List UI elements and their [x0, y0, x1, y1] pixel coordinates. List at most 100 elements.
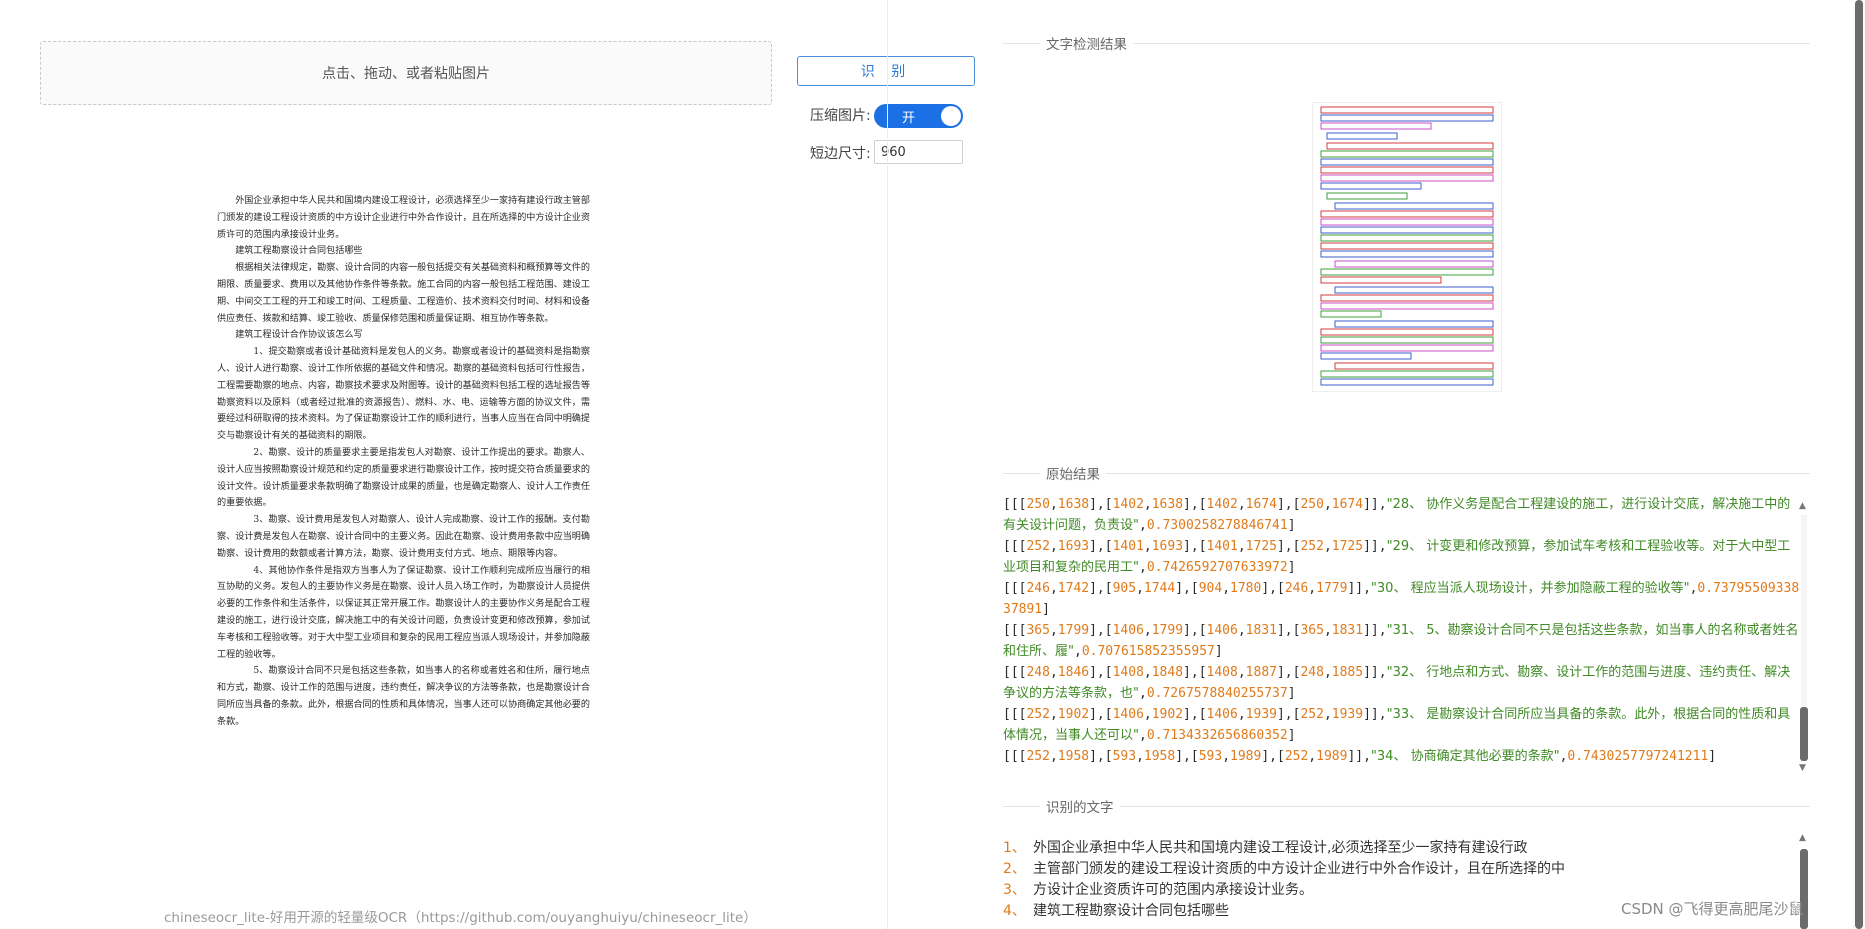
comma: ,	[1143, 539, 1152, 554]
coord-y: 1674	[1331, 497, 1364, 512]
raw-result-scrollbar[interactable]: ▲ ▼	[1798, 501, 1810, 773]
comma: ,	[1143, 707, 1152, 722]
doc-paragraph: 3、勘察、设计费用是发包人对勘察人、设计人完成勘察、设计工作的报酬。支付勘察、设…	[217, 515, 590, 559]
bracket: ],	[1261, 749, 1277, 764]
coord-x: 248	[1026, 665, 1050, 680]
bracket: [	[1104, 497, 1113, 512]
coord-x: 365	[1300, 623, 1324, 638]
comma: ,	[1139, 686, 1147, 701]
coord-y: 1848	[1151, 665, 1184, 680]
coord-x: 904	[1198, 581, 1223, 596]
line-index: 3、	[1003, 882, 1026, 898]
bracket: ],	[1175, 749, 1191, 764]
comma: ,	[1308, 581, 1317, 596]
bracket: ],	[1089, 581, 1105, 596]
compress-image-label: 压缩图片:	[810, 108, 871, 124]
coord-x: 1402	[1206, 497, 1238, 512]
bracket: ],	[1089, 539, 1105, 554]
bracket: ]],	[1363, 623, 1387, 638]
raw-result-line: [[[246,1742],[905,1744],[904,1780],[246,…	[1003, 578, 1803, 620]
bracket: [[	[1003, 707, 1019, 722]
recognized-text-title: 识别的文字	[1040, 796, 1120, 816]
comma: ,	[1139, 560, 1147, 575]
coord-y: 1902	[1057, 707, 1090, 722]
page-scroll-thumb[interactable]	[1855, 0, 1863, 929]
doc-paragraph: 4、其他协作条件是指双方当事人为了保证勘察、设计工作顺利完成所应当履行的相互协助…	[217, 565, 590, 660]
comma: ,	[1143, 665, 1152, 680]
coord-y: 1799	[1057, 623, 1090, 638]
coord-y: 1846	[1057, 665, 1090, 680]
bracket: ]],	[1363, 497, 1387, 512]
comma: ,	[1222, 581, 1231, 596]
comma: ,	[1049, 497, 1058, 512]
scroll-up-icon[interactable]: ▲	[1799, 501, 1806, 511]
raw-result-title: 原始结果	[1040, 463, 1106, 483]
bracket: ]	[1042, 602, 1050, 617]
comma: ,	[1143, 497, 1152, 512]
bracket: [	[1104, 539, 1113, 554]
raw-result-line: [[[365,1799],[1406,1799],[1406,1831],[36…	[1003, 620, 1803, 662]
bracket: ]],	[1363, 707, 1387, 722]
doc-paragraph: 2、勘察、设计的质量要求主要是指发包人对勘察、设计工作提出的要求。勘察人、设计人…	[217, 447, 590, 509]
bracket: [	[1104, 623, 1113, 638]
toggle-state-label: 开	[902, 111, 916, 126]
recognize-button[interactable]: 识 别	[797, 56, 975, 86]
comma: ,	[1323, 707, 1332, 722]
comma: ,	[1139, 518, 1147, 533]
line-index: 1、	[1003, 840, 1026, 856]
coord-x: 1406	[1206, 707, 1238, 722]
recognized-line: 1、 外国企业承担中华人民共和国境内建设工程设计,必须选择至少一家持有建设行政	[1003, 838, 1793, 859]
scroll-down-icon[interactable]: ▼	[1799, 763, 1806, 773]
bracket: ],	[1183, 623, 1199, 638]
coord-x: 252	[1300, 539, 1324, 554]
bracket: [	[1198, 497, 1207, 512]
bracket: [[	[1003, 539, 1019, 554]
coord-y: 1939	[1245, 707, 1277, 722]
footer-link[interactable]: chineseocr_lite-好用开源的轻量级OCR（https://gith…	[164, 906, 757, 926]
page-scrollbar[interactable]	[1852, 0, 1865, 929]
line-text: 方设计企业资质许可的范围内承接设计业务。	[1033, 882, 1313, 898]
bracket: ],	[1183, 707, 1199, 722]
coord-x: 250	[1026, 497, 1050, 512]
bracket: ]],	[1347, 749, 1371, 764]
comma: ,	[1323, 665, 1332, 680]
bracket: ],	[1089, 497, 1105, 512]
coord-y: 1638	[1057, 497, 1090, 512]
raw-result-line: [[[248,1846],[1408,1848],[1408,1887],[24…	[1003, 662, 1803, 704]
coord-y: 1674	[1245, 497, 1277, 512]
doc-paragraph: 根据相关法律规定，勘察、设计合同的内容一般包括提交有关基础资料和概预算等文件的期…	[217, 263, 590, 324]
coord-y: 1939	[1331, 707, 1364, 722]
coord-x: 1408	[1112, 665, 1144, 680]
raw-result-line: [[[252,1693],[1401,1693],[1401,1725],[25…	[1003, 536, 1803, 578]
bracket: [	[1104, 749, 1113, 764]
bracket: ]	[1287, 686, 1296, 701]
coord-x: 250	[1300, 497, 1324, 512]
confidence-score: 0.7430257797241211	[1567, 749, 1709, 764]
coord-x: 246	[1284, 581, 1309, 596]
raw-result-panel[interactable]: [[[250,1638],[1402,1638],[1402,1674],[25…	[1003, 494, 1803, 774]
image-drop-zone[interactable]: 点击、拖动、或者粘贴图片	[40, 41, 772, 105]
bracket: ],	[1276, 707, 1293, 722]
doc-heading: 建筑工程设计合作协议该怎么写	[235, 330, 363, 341]
doc-paragraph: 外国企业承担中华人民共和国境内建设工程设计，必须选择至少一家持有建设行政主管部门…	[217, 196, 590, 240]
comma: ,	[1074, 644, 1082, 659]
doc-heading: 建筑工程勘察设计合同包括哪些	[235, 246, 363, 257]
line-index: 4、	[1003, 903, 1026, 919]
bracket: [	[1104, 581, 1113, 596]
comma: ,	[1308, 749, 1317, 764]
bracket: [	[1276, 749, 1285, 764]
coord-y: 1725	[1331, 539, 1364, 554]
doc-paragraph: 1、提交勘察或者设计基础资料是发包人的义务。勘察或者设计的基础资料是指勘察人、设…	[217, 347, 590, 442]
comma: ,	[1049, 749, 1058, 764]
coord-x: 1401	[1112, 539, 1144, 554]
coord-y: 1779	[1316, 581, 1348, 596]
scroll-up-icon[interactable]: ▲	[1799, 833, 1806, 843]
coord-y: 1693	[1057, 539, 1090, 554]
coord-y: 1887	[1245, 665, 1277, 680]
raw-text: 34、 协商确定其他必要的条款	[1376, 749, 1554, 764]
scroll-thumb[interactable]	[1800, 707, 1808, 761]
coord-x: 252	[1284, 749, 1309, 764]
coord-y: 1799	[1151, 623, 1184, 638]
line-index: 2、	[1003, 861, 1026, 877]
raw-result-line: [[[252,1902],[1406,1902],[1406,1939],[25…	[1003, 704, 1803, 746]
